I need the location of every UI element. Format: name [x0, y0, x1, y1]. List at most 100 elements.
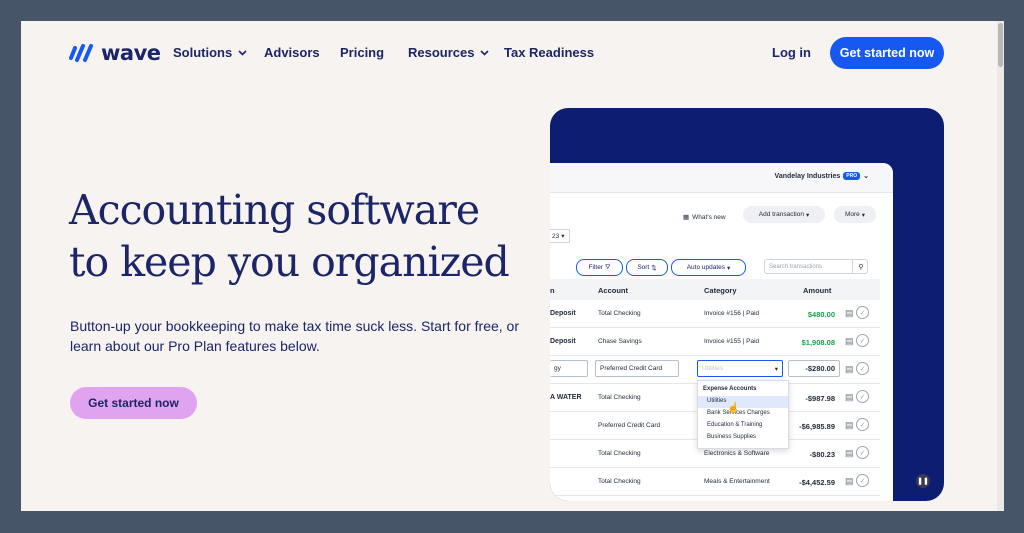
- receipt-icon: ▤: [845, 336, 854, 346]
- col-account: Account: [598, 286, 628, 295]
- hand-cursor-icon: ☝: [727, 403, 740, 414]
- row-amount: $1,908.08: [801, 338, 835, 347]
- scrollbar-thumb[interactable]: [998, 23, 1003, 67]
- row-amount: -$4,452.59: [799, 478, 835, 487]
- app-screenshot: Vandelay Industries PRO ⌄ ▦ What's new A…: [550, 163, 893, 501]
- check-icon: ✓: [856, 390, 869, 403]
- filter-label: Filter: [588, 264, 603, 271]
- table-row: Deposit Total Checking Invoice #156 | Pa…: [550, 300, 880, 328]
- nav-label: Solutions: [173, 45, 233, 60]
- nav-label: Advisors: [264, 45, 320, 60]
- wave-logo-icon: [69, 44, 93, 62]
- chevron-down-icon: [480, 49, 490, 56]
- filter-button: Filter ⛛: [576, 259, 623, 276]
- col-amount: Amount: [803, 286, 832, 295]
- page-scrollbar[interactable]: [997, 21, 1004, 511]
- row-amount: -$80.23: [809, 450, 835, 459]
- row-account: Preferred Credit Card: [598, 422, 661, 429]
- nav-tax-readiness[interactable]: Tax Readiness: [504, 45, 594, 60]
- company-switcher: Vandelay Industries PRO ⌄: [775, 172, 869, 180]
- row-account: Total Checking: [598, 394, 641, 401]
- row-category: Invoice #156 | Paid: [704, 310, 760, 317]
- sort-button: Sort ⇅: [626, 259, 668, 276]
- product-demo-media: Vandelay Industries PRO ⌄ ▦ What's new A…: [550, 108, 944, 501]
- receipt-icon: ▤: [845, 392, 854, 402]
- more-button: More ▾: [834, 206, 876, 223]
- nav-resources[interactable]: Resources: [408, 45, 490, 60]
- row-category: Meals & Entertainment: [704, 478, 770, 485]
- nav-label: Tax Readiness: [504, 45, 595, 60]
- col-description: n: [550, 286, 555, 295]
- amount-field: -$280.00: [788, 360, 840, 377]
- dropdown-option: Business Supplies: [707, 434, 757, 440]
- nav-label: Resources: [408, 45, 475, 60]
- row-description: Deposit: [550, 338, 576, 345]
- check-icon: ✓: [856, 362, 869, 375]
- row-account: Total Checking: [598, 450, 641, 457]
- caret-icon: ▾: [805, 211, 810, 219]
- search-icon: ⚲: [852, 259, 869, 274]
- check-icon: ✓: [856, 418, 869, 431]
- get-started-button[interactable]: Get started now: [830, 37, 944, 69]
- row-description: Deposit: [550, 310, 576, 317]
- logo-wordmark: wave: [101, 41, 161, 65]
- category-value: Utilities: [702, 365, 723, 372]
- row-description: A WATER: [550, 394, 582, 401]
- receipt-icon: ▤: [845, 308, 854, 318]
- row-account: Chase Savings: [598, 338, 642, 345]
- hero-title-line-1: Accounting software: [69, 186, 480, 234]
- wave-logo[interactable]: wave: [69, 41, 161, 65]
- date-fragment: 23: [552, 232, 560, 240]
- row-amount: -$6,985.89: [799, 422, 835, 431]
- receipt-icon: ▤: [845, 448, 854, 458]
- more-label: More: [844, 211, 860, 218]
- pause-icon[interactable]: ❚❚: [916, 474, 930, 488]
- category-dropdown: Expense Accounts Utilities Bank Services…: [697, 380, 789, 449]
- hero-get-started-button[interactable]: Get started now: [70, 387, 197, 419]
- dropdown-group-header: Expense Accounts: [703, 386, 757, 392]
- whats-new-label: What's new: [692, 213, 726, 221]
- app-top-bar: Vandelay Industries PRO ⌄: [550, 163, 893, 193]
- hero-title-line-2: to keep you organized: [69, 238, 510, 286]
- nav-label: Pricing: [340, 45, 385, 60]
- whats-new: ▦ What's new: [683, 213, 726, 222]
- check-icon: ✓: [856, 446, 869, 459]
- dropdown-option: Bank Services Charges: [707, 410, 770, 416]
- receipt-icon: ▤: [845, 364, 854, 374]
- check-icon: ✓: [856, 306, 869, 319]
- sort-icon: ⇅: [651, 264, 657, 272]
- row-amount: -$987.98: [805, 394, 835, 403]
- row-category: Invoice #155 | Paid: [704, 338, 760, 345]
- add-transaction-button: Add transaction ▾: [743, 206, 825, 223]
- nav-pricing[interactable]: Pricing: [340, 45, 384, 60]
- browser-viewport: wave Solutions Advisors Pricing Resource…: [21, 21, 1004, 511]
- row-category: Electronics & Software: [704, 450, 770, 457]
- company-name: Vandelay Industries: [774, 172, 841, 180]
- filter-icon: ⛛: [604, 263, 611, 271]
- description-field: gy: [550, 360, 588, 377]
- col-category: Category: [704, 286, 737, 295]
- dropdown-option: Education & Training: [707, 422, 763, 428]
- table-row: Total Checking Meals & Entertainment -$4…: [550, 468, 880, 496]
- pro-badge: PRO: [843, 172, 861, 180]
- caret-icon: ▾: [727, 264, 731, 272]
- login-link[interactable]: Log in: [772, 45, 811, 60]
- account-field: Preferred Credit Card: [595, 360, 679, 377]
- auto-updates-label: Auto updates: [686, 264, 726, 271]
- caret-icon: ▾: [774, 365, 778, 373]
- hero-title: Accounting software to keep you organize…: [69, 184, 539, 288]
- auto-updates-button: Auto updates ▾: [671, 259, 746, 276]
- receipt-icon: ▤: [845, 476, 854, 486]
- chevron-down-icon: [238, 49, 247, 56]
- nav-solutions[interactable]: Solutions: [173, 45, 247, 60]
- receipt-icon: ▤: [845, 420, 854, 430]
- add-transaction-label: Add transaction: [758, 211, 804, 218]
- row-account: Total Checking: [598, 310, 641, 317]
- date-range-select: 23 ▾: [550, 229, 570, 243]
- caret-icon: ▾: [861, 211, 866, 219]
- caret-icon: ▾: [561, 233, 565, 240]
- category-select: Utilities ▾: [697, 360, 783, 377]
- nav-advisors[interactable]: Advisors: [264, 45, 320, 60]
- check-icon: ✓: [856, 474, 869, 487]
- table-row: Deposit Chase Savings Invoice #155 | Pai…: [550, 328, 880, 356]
